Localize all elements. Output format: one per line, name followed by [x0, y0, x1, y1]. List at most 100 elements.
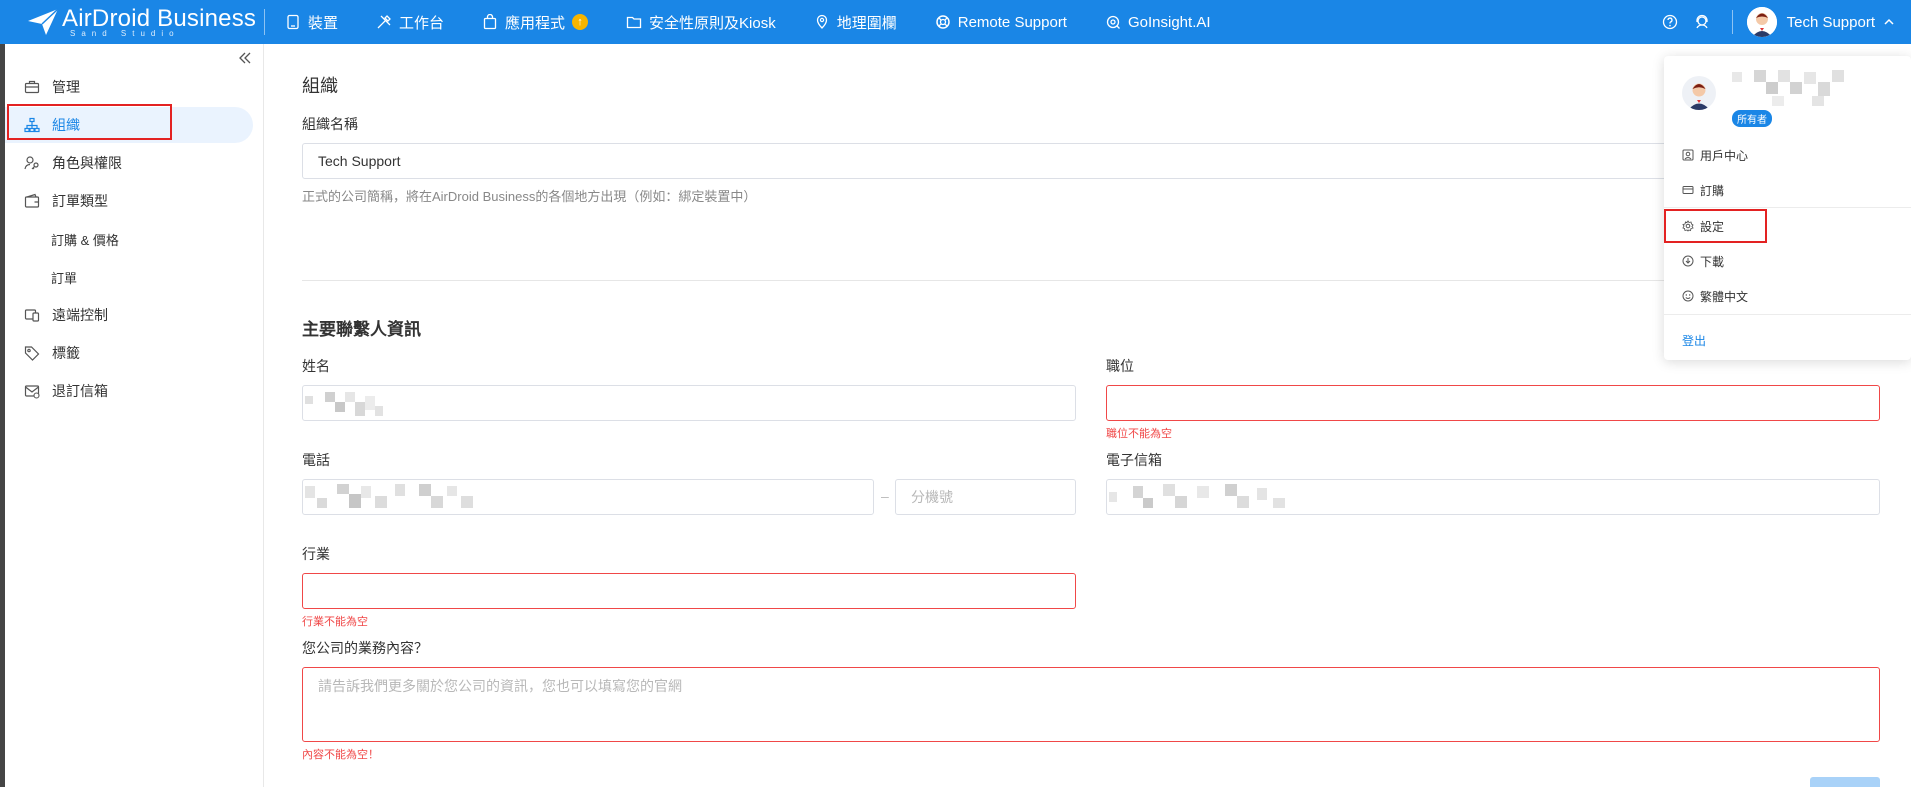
folder-icon: [626, 16, 642, 29]
chevron-up-icon[interactable]: [1883, 16, 1895, 28]
globe-icon: [1682, 290, 1694, 302]
contact-position-label: 職位: [1106, 358, 1134, 374]
menu-item-download[interactable]: 下載: [1682, 251, 1892, 271]
sidebar-item-orders[interactable]: 訂單: [5, 259, 255, 295]
card-icon: [1682, 186, 1694, 194]
menu-item-label: 訂購: [1700, 183, 1725, 198]
nav-item-apps[interactable]: 應用程式 ↑: [482, 12, 589, 33]
sidebar-item-label: 退訂信箱: [52, 383, 108, 399]
org-name-input[interactable]: Tech Support: [302, 143, 1902, 179]
sidebar-item-label: 訂購 & 價格: [51, 232, 119, 248]
update-badge-icon: ↑: [572, 14, 589, 30]
briefcase-icon: [24, 80, 40, 94]
nav-item-devices[interactable]: 裝置: [285, 12, 338, 33]
user-avatar-icon: [1746, 7, 1777, 37]
logo[interactable]: AirDroid Business Sand Studio: [0, 0, 264, 44]
mail-icon: [24, 385, 40, 399]
industry-label: 行業: [302, 546, 330, 562]
contact-email-input[interactable]: [1106, 479, 1880, 515]
support-agent-icon[interactable]: [1694, 14, 1710, 30]
contact-phone-input[interactable]: [302, 479, 874, 515]
menu-item-label: 用戶中心: [1700, 148, 1749, 163]
user-name[interactable]: Tech Support: [1787, 14, 1875, 31]
sidebar-item-tags[interactable]: 標籤: [5, 335, 255, 371]
sidebar-item-manage[interactable]: 管理: [5, 69, 255, 105]
owner-badge: 所有者: [1732, 110, 1772, 127]
pixelated-name-value: [303, 388, 393, 418]
extension-placeholder: 分機號: [911, 489, 953, 505]
map-pin-icon: [816, 14, 827, 29]
section-divider: [302, 280, 1902, 281]
sidebar-item-remote-control[interactable]: 遠端控制: [5, 297, 255, 333]
double-chevron-left-icon[interactable]: [237, 50, 253, 66]
sidebar: 管理 組織 角色與權限 訂單類型 訂購 & 價格 訂單 遠端控制 標籤 退訂信箱: [5, 44, 264, 787]
menu-item-label: 繁體中文: [1700, 289, 1749, 304]
org-name-value: Tech Support: [318, 153, 401, 169]
sidebar-item-label: 管理: [52, 79, 80, 95]
top-right-divider: [1731, 10, 1733, 34]
phone-ext-separator: –: [881, 488, 889, 504]
nav-item-geofence[interactable]: 地理圍欄: [814, 12, 897, 33]
sidebar-item-order-type[interactable]: 訂單類型: [5, 183, 255, 219]
business-label: 您公司的業務內容？: [302, 640, 428, 656]
wallet-icon: [24, 193, 40, 208]
nav-item-goinsight[interactable]: GoInsight.AI: [1105, 14, 1211, 31]
logout-link[interactable]: 登出: [1682, 332, 1706, 349]
nav-item-workbench[interactable]: 工作台: [376, 12, 444, 33]
sidebar-item-label: 訂單類型: [52, 193, 108, 209]
user-dropdown-menu: 所有者 用戶中心 訂購 設定 下載 繁體中文 登出: [1664, 56, 1911, 360]
contact-name-label: 姓名: [302, 358, 330, 374]
help-icon[interactable]: [1662, 14, 1678, 30]
contact-position-input[interactable]: [1106, 385, 1880, 421]
nav-item-policy-kiosk[interactable]: 安全性原則及Kiosk: [626, 12, 776, 33]
sidebar-item-subscription-pricing[interactable]: 訂購 & 價格: [5, 221, 255, 257]
industry-error: 行業不能為空: [302, 616, 368, 628]
menu-item-language[interactable]: 繁體中文: [1682, 286, 1892, 306]
nav-label: 工作台: [399, 14, 445, 32]
highlight-box-organization: [7, 104, 172, 140]
business-error: 內容不能為空！: [302, 749, 379, 761]
user-center-icon: [1682, 149, 1694, 161]
avatar: [1682, 76, 1716, 110]
top-nav-bar: AirDroid Business Sand Studio 裝置 工作台 應用程…: [0, 0, 1911, 44]
sidebar-item-label: 遠端控制: [52, 307, 108, 323]
insight-icon: [1106, 15, 1120, 29]
paper-plane-logo-icon: [28, 8, 59, 35]
phone-extension-input[interactable]: 分機號: [895, 479, 1076, 515]
menu-divider: [1664, 207, 1911, 208]
menu-item-user-center[interactable]: 用戶中心: [1682, 145, 1892, 165]
contact-phone-label: 電話: [302, 452, 330, 468]
menu-divider: [1664, 314, 1911, 315]
industry-input[interactable]: [302, 573, 1076, 609]
user-key-icon: [24, 156, 39, 170]
tools-icon: [377, 15, 391, 29]
tag-icon: [24, 346, 40, 361]
sidebar-item-roles[interactable]: 角色與權限: [5, 145, 255, 181]
pixelated-user-info: [1732, 68, 1852, 108]
menu-item-subscription[interactable]: 訂購: [1682, 180, 1892, 200]
tablet-icon: [287, 14, 299, 30]
sidebar-item-unsubscribe-mail[interactable]: 退訂信箱: [5, 373, 255, 409]
bag-icon: [483, 14, 497, 30]
nav-label: 應用程式: [505, 14, 566, 32]
main-nav: 裝置 工作台 應用程式 ↑ 安全性原則及Kiosk 地理圍欄 Remote Su…: [285, 0, 1249, 44]
logo-divider: [264, 9, 265, 35]
pixelated-email-value: [1107, 482, 1297, 512]
contact-email-label: 電子信箱: [1106, 452, 1162, 468]
remote-icon: [24, 309, 40, 322]
avatar[interactable]: [1746, 7, 1777, 37]
contact-section-title: 主要聯繫人資訊: [302, 320, 421, 339]
sidebar-item-label: 標籤: [52, 345, 80, 361]
user-avatar-icon: [1688, 83, 1710, 110]
nav-label: 安全性原則及Kiosk: [649, 14, 776, 32]
contact-name-input[interactable]: [302, 385, 1076, 421]
nav-item-remote-support[interactable]: Remote Support: [935, 14, 1067, 31]
page-title: 組織: [302, 76, 338, 96]
nav-label: 地理圍欄: [836, 14, 897, 32]
business-textarea[interactable]: 請告訴我們更多關於您公司的資訊，您也可以填寫您的官網: [302, 667, 1880, 742]
position-error: 職位不能為空: [1106, 428, 1172, 440]
pixelated-phone-value: [303, 482, 483, 512]
save-button-partial[interactable]: [1810, 777, 1880, 787]
nav-label: Remote Support: [957, 13, 1067, 31]
sidebar-item-label: 訂單: [51, 270, 78, 286]
